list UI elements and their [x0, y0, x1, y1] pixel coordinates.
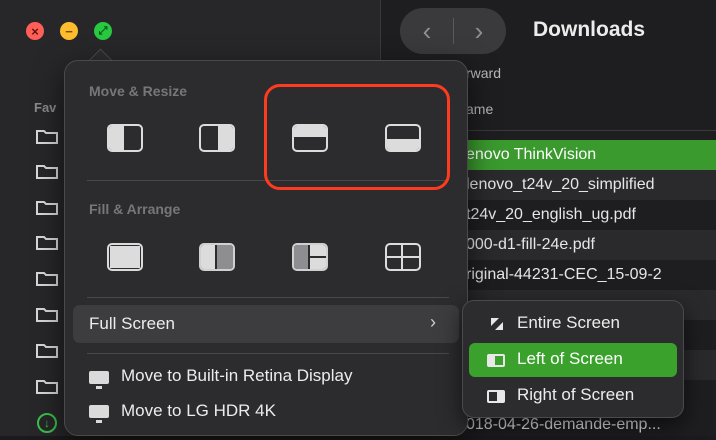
- submenu-item-label: Left of Screen: [517, 349, 623, 368]
- annotation-highlight: [264, 84, 450, 190]
- submenu-item-label: Entire Screen: [517, 313, 620, 332]
- fill-arrange-title: Fill & Arrange: [89, 201, 181, 217]
- nav-divider: [453, 18, 454, 44]
- folder-icon[interactable]: [36, 199, 58, 215]
- column-header-forward[interactable]: rward: [466, 65, 501, 81]
- zoom-button[interactable]: ⤢: [94, 22, 112, 40]
- folder-icon[interactable]: [36, 163, 58, 179]
- folder-icon[interactable]: [36, 270, 58, 286]
- folder-icon[interactable]: [36, 128, 58, 144]
- entire-screen-icon: [491, 318, 503, 330]
- folder-icon[interactable]: [36, 234, 58, 250]
- minimize-icon: −: [65, 23, 73, 39]
- full-screen-label: Full Screen: [89, 314, 175, 333]
- menu-separator: [87, 297, 449, 298]
- column-header-name[interactable]: ame: [466, 101, 493, 117]
- chevron-right-icon: ›: [430, 312, 436, 332]
- move-resize-title: Move & Resize: [89, 83, 188, 99]
- tile-arrange-halves-button[interactable]: [199, 243, 235, 271]
- folder-icon[interactable]: [36, 342, 58, 358]
- submenu-item-left-of-screen[interactable]: Left of Screen: [469, 343, 677, 377]
- close-icon: ×: [31, 23, 39, 39]
- window-title: Downloads: [533, 18, 646, 41]
- minimize-button[interactable]: −: [60, 22, 78, 40]
- menu-separator: [87, 353, 449, 354]
- chevron-right-icon[interactable]: ›: [456, 8, 502, 54]
- zoom-icon: ⤢: [98, 24, 108, 37]
- tile-arrange-quarters-button[interactable]: [292, 243, 328, 271]
- download-icon[interactable]: ↓: [37, 413, 57, 433]
- close-button[interactable]: ×: [26, 22, 44, 40]
- sidebar-favorites-heading: Fav: [34, 100, 57, 115]
- move-to-builtin-display-item[interactable]: Move to Built-in Retina Display: [121, 366, 352, 386]
- full-screen-submenu: Entire Screen Left of Screen Right of Sc…: [462, 300, 684, 418]
- folder-icon[interactable]: [36, 378, 58, 394]
- tile-left-half-button[interactable]: [107, 124, 143, 152]
- tile-fill-button[interactable]: [107, 243, 143, 271]
- submenu-item-label: Right of Screen: [517, 385, 635, 404]
- tile-arrange-grid-button[interactable]: [385, 243, 421, 271]
- display-icon: [89, 371, 109, 389]
- submenu-item-entire-screen[interactable]: Entire Screen: [469, 307, 677, 341]
- folder-icon[interactable]: [36, 306, 58, 322]
- display-icon: [89, 405, 109, 423]
- submenu-item-right-of-screen[interactable]: Right of Screen: [469, 379, 677, 413]
- right-of-screen-icon: [487, 390, 505, 403]
- move-to-lg-display-item[interactable]: Move to LG HDR 4K: [121, 401, 276, 421]
- tile-right-half-button[interactable]: [199, 124, 235, 152]
- left-of-screen-icon: [487, 354, 505, 367]
- chevron-left-icon[interactable]: ‹: [404, 8, 450, 54]
